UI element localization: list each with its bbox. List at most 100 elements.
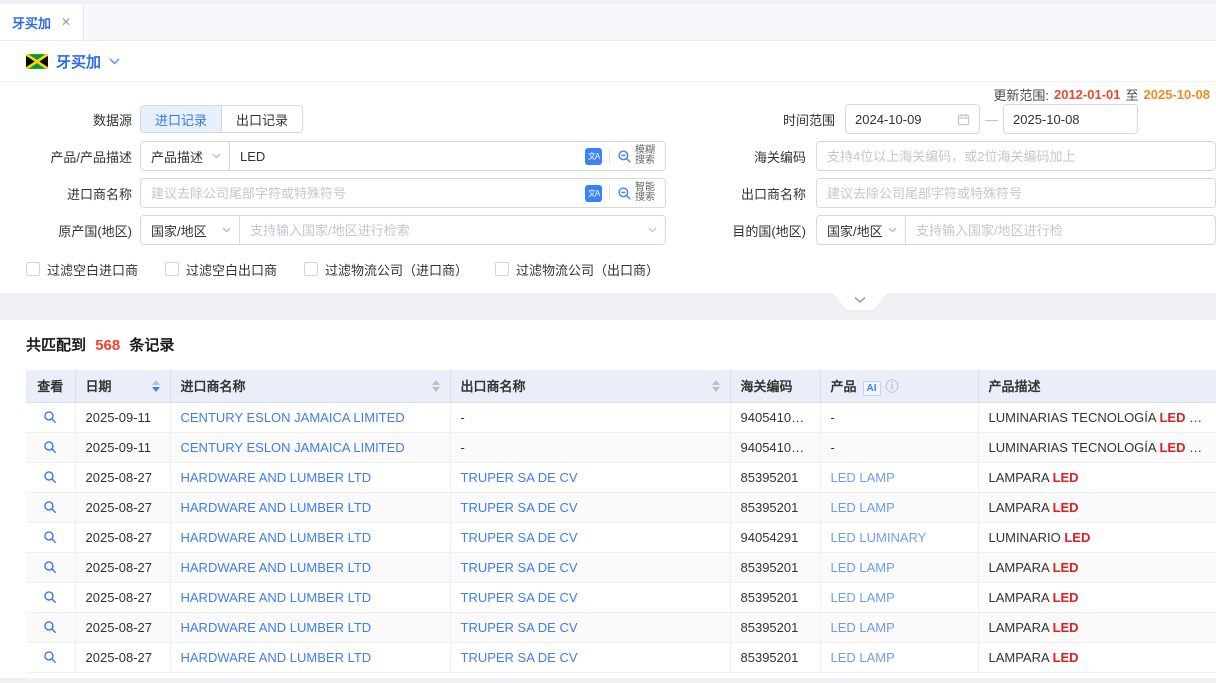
exporter-link[interactable]: TRUPER SA DE CV (461, 650, 578, 665)
view-record-button[interactable] (41, 528, 59, 546)
smart-search-button[interactable]: 智能搜索 (617, 183, 657, 203)
country-name[interactable]: 牙买加 (56, 51, 101, 72)
checkbox-filter-blank-importer[interactable]: 过滤空白进口商 (26, 260, 138, 279)
importer-link[interactable]: HARDWARE AND LUMBER LTD (181, 650, 372, 665)
dest-country-select-value: 国家/地区 (827, 221, 883, 240)
view-record-button[interactable] (41, 408, 59, 426)
checkbox-icon[interactable] (26, 262, 40, 276)
exporter-input[interactable] (827, 186, 1207, 201)
dest-country-input[interactable] (916, 223, 1207, 238)
sort-date[interactable] (152, 380, 160, 392)
product-link[interactable]: LED LAMP (831, 500, 895, 515)
data-source-label: 数据源 (26, 110, 140, 129)
view-record-button[interactable] (41, 468, 59, 486)
product-link[interactable]: LED LAMP (831, 620, 895, 635)
view-record-button[interactable] (41, 618, 59, 636)
exporter-link[interactable]: - (461, 440, 465, 455)
origin-country-select[interactable]: 国家/地区 (140, 215, 240, 245)
records-table: 查看 日期 进口商名称 出口商名称 海关编码 产品AIⓘ 产品描述 (26, 370, 1216, 673)
header-importer[interactable]: 进口商名称 (170, 370, 450, 402)
description-cell: LAMPARA LED (978, 582, 1216, 612)
product-input[interactable] (240, 149, 578, 164)
date-cell: 2025-08-27 (75, 492, 170, 522)
checkbox-label: 过滤空白进口商 (47, 260, 138, 279)
product-link[interactable]: LED LAMP (831, 650, 895, 665)
header-exporter[interactable]: 出口商名称 (450, 370, 730, 402)
sort-importer[interactable] (432, 380, 440, 392)
dest-country-select[interactable]: 国家/地区 (816, 215, 906, 245)
description-cell: LUMINARIO LED (978, 522, 1216, 552)
view-record-button[interactable] (41, 588, 59, 606)
header-exporter-label: 出口商名称 (461, 376, 526, 395)
importer-link[interactable]: HARDWARE AND LUMBER LTD (181, 620, 372, 635)
importer-link[interactable]: HARDWARE AND LUMBER LTD (181, 470, 372, 485)
product-link[interactable]: - (831, 410, 835, 425)
product-link[interactable]: LED LAMP (831, 590, 895, 605)
ai-badge: AI (863, 381, 881, 396)
exporter-link[interactable]: TRUPER SA DE CV (461, 560, 578, 575)
close-icon[interactable]: ✕ (61, 15, 71, 29)
importer-input-group: 文A 智能搜索 (140, 178, 666, 208)
tab-title: 牙买加 (12, 13, 51, 32)
dest-country-label: 目的国(地区) (731, 221, 816, 240)
chevron-down-icon[interactable] (648, 227, 657, 233)
tab-jamaica[interactable]: 牙买加 ✕ (0, 4, 84, 40)
exporter-link[interactable]: TRUPER SA DE CV (461, 500, 578, 515)
checkbox-icon[interactable] (495, 262, 509, 276)
chevron-down-icon (888, 227, 897, 233)
exporter-link[interactable]: TRUPER SA DE CV (461, 470, 578, 485)
collapse-filter-button[interactable] (833, 293, 887, 310)
exporter-link[interactable]: TRUPER SA DE CV (461, 620, 578, 635)
product-input-group: 文A 模糊搜索 (230, 141, 666, 171)
fuzzy-search-button[interactable]: 模糊搜索 (617, 146, 657, 166)
view-record-button[interactable] (41, 558, 59, 576)
info-icon[interactable]: ⓘ (886, 379, 899, 394)
importer-link[interactable]: CENTURY ESLON JAMAICA LIMITED (181, 440, 405, 455)
import-records-button[interactable]: 进口记录 (141, 106, 222, 132)
exporter-link[interactable]: - (461, 410, 465, 425)
product-link[interactable]: - (831, 440, 835, 455)
translate-icon[interactable]: 文A (585, 148, 602, 165)
importer-input[interactable] (151, 186, 578, 201)
product-link[interactable]: LED LAMP (831, 470, 895, 485)
product-link[interactable]: LED LUMINARY (831, 530, 927, 545)
description-cell: LUMINARIAS TECNOLOGÍA LED (EXT... (978, 432, 1216, 462)
checkbox-label: 过滤物流公司（出口商） (516, 260, 659, 279)
chevron-down-icon[interactable] (109, 58, 120, 65)
exporter-link[interactable]: TRUPER SA DE CV (461, 530, 578, 545)
date-cell: 2025-08-27 (75, 642, 170, 672)
header-hs-code: 海关编码 (730, 370, 820, 402)
header-date[interactable]: 日期 (75, 370, 170, 402)
view-record-button[interactable] (41, 498, 59, 516)
date-end-value: 2025-10-08 (1013, 112, 1080, 127)
search-icon (43, 500, 57, 514)
translate-icon[interactable]: 文A (585, 185, 602, 202)
checkbox-icon[interactable] (165, 262, 179, 276)
exporter-link[interactable]: TRUPER SA DE CV (461, 590, 578, 605)
importer-link[interactable]: HARDWARE AND LUMBER LTD (181, 590, 372, 605)
checkbox-filter-logistics-exporter[interactable]: 过滤物流公司（出口商） (495, 260, 659, 279)
update-range-end: 2025-10-08 (1144, 87, 1211, 102)
origin-country-input[interactable] (250, 223, 641, 238)
hs-code-label: 海关编码 (731, 147, 816, 166)
view-record-button[interactable] (41, 438, 59, 456)
view-record-button[interactable] (41, 648, 59, 666)
checkbox-filter-blank-exporter[interactable]: 过滤空白出口商 (165, 260, 277, 279)
hs-code-input[interactable] (827, 149, 1207, 164)
exporter-label: 出口商名称 (731, 184, 816, 203)
product-link[interactable]: LED LAMP (831, 560, 895, 575)
product-type-select[interactable]: 产品描述 (140, 141, 230, 171)
description-cell: LAMPARA LED (978, 492, 1216, 522)
date-start-input[interactable]: 2024-10-09 (845, 104, 980, 134)
date-end-input[interactable]: 2025-10-08 (1003, 104, 1138, 134)
export-records-button[interactable]: 出口记录 (222, 106, 302, 132)
importer-link[interactable]: HARDWARE AND LUMBER LTD (181, 500, 372, 515)
checkbox-filter-logistics-importer[interactable]: 过滤物流公司（进口商） (304, 260, 468, 279)
hs-code-cell: 85395201 (730, 642, 820, 672)
checkbox-icon[interactable] (304, 262, 318, 276)
importer-link[interactable]: HARDWARE AND LUMBER LTD (181, 560, 372, 575)
importer-link[interactable]: CENTURY ESLON JAMAICA LIMITED (181, 410, 405, 425)
importer-link[interactable]: HARDWARE AND LUMBER LTD (181, 530, 372, 545)
date-cell: 2025-08-27 (75, 462, 170, 492)
sort-exporter[interactable] (712, 380, 720, 392)
